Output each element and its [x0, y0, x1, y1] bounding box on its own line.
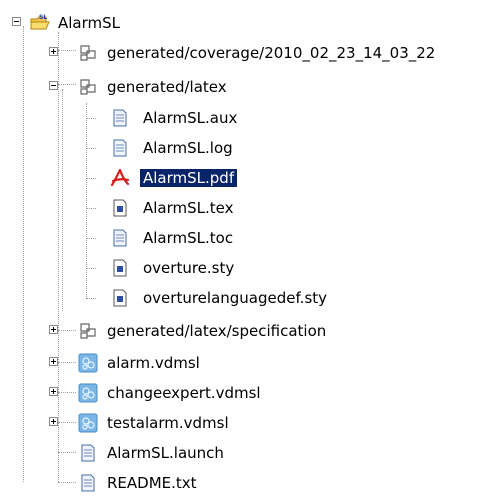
tree-item-aux-file[interactable]: AlarmSL.aux	[0, 105, 504, 131]
tree-item-label: overturelanguagedef.sty	[143, 289, 328, 307]
text-file-icon	[110, 228, 130, 248]
tree-item-latex-folder[interactable]: generated/latex	[0, 74, 504, 100]
expand-toggle[interactable]	[49, 357, 58, 366]
text-file-icon	[110, 108, 130, 128]
tree-item-label: AlarmSL.pdf	[140, 169, 238, 187]
tree-item-alarm-vdmsl[interactable]: alarm.vdmsl	[0, 350, 504, 376]
package-folder-icon	[78, 321, 98, 341]
text-file-icon	[110, 138, 130, 158]
project-folder-icon: SL	[30, 13, 50, 33]
expand-toggle[interactable]	[49, 417, 58, 426]
tree-item-languagedef-sty[interactable]: overturelanguagedef.sty	[0, 285, 504, 311]
tex-file-icon	[110, 198, 130, 218]
tree-item-launch-file[interactable]: AlarmSL.launch	[0, 440, 504, 466]
tree-item-changeexpert-vdmsl[interactable]: changeexpert.vdmsl	[0, 380, 504, 406]
project-tree: SL AlarmSL generated/coverage/2010_02_23…	[0, 0, 504, 498]
collapse-toggle[interactable]	[12, 17, 21, 26]
pdf-file-icon	[110, 168, 130, 188]
tree-item-label: README.txt	[107, 474, 197, 492]
tree-item-readme-file[interactable]: README.txt	[0, 470, 504, 496]
tex-file-icon	[110, 288, 130, 308]
vdm-file-icon	[78, 353, 98, 373]
tree-item-label: generated/latex/specification	[107, 322, 327, 340]
tree-item-label: AlarmSL.log	[143, 139, 233, 157]
tree-item-pdf-file[interactable]: AlarmSL.pdf	[0, 165, 504, 191]
expand-toggle[interactable]	[49, 47, 58, 56]
vdm-file-icon	[78, 413, 98, 433]
expand-toggle[interactable]	[49, 325, 58, 334]
tree-item-coverage-folder[interactable]: generated/coverage/2010_02_23_14_03_22	[0, 40, 504, 66]
tree-item-label: overture.sty	[143, 259, 235, 277]
svg-text:SL: SL	[39, 14, 47, 21]
vdm-file-icon	[78, 383, 98, 403]
tree-item-label: AlarmSL.launch	[107, 444, 224, 462]
tree-item-toc-file[interactable]: AlarmSL.toc	[0, 225, 504, 251]
tree-item-specification-folder[interactable]: generated/latex/specification	[0, 318, 504, 344]
tree-item-overture-sty[interactable]: overture.sty	[0, 255, 504, 281]
tree-item-root[interactable]: SL AlarmSL	[0, 10, 504, 36]
tree-item-label: alarm.vdmsl	[107, 354, 200, 372]
tree-item-label: AlarmSL.toc	[143, 229, 234, 247]
tree-item-tex-file[interactable]: AlarmSL.tex	[0, 195, 504, 221]
tree-item-log-file[interactable]: AlarmSL.log	[0, 135, 504, 161]
tree-item-label: AlarmSL	[58, 14, 121, 32]
package-folder-icon	[78, 43, 98, 63]
package-folder-icon	[78, 77, 98, 97]
tree-item-label: changeexpert.vdmsl	[107, 384, 261, 402]
tex-file-icon	[110, 258, 130, 278]
expand-toggle[interactable]	[49, 387, 58, 396]
tree-item-label: AlarmSL.aux	[143, 109, 238, 127]
text-file-icon	[78, 473, 98, 493]
collapse-toggle[interactable]	[49, 81, 58, 90]
tree-item-label: generated/coverage/2010_02_23_14_03_22	[107, 44, 436, 62]
tree-item-label: generated/latex	[107, 78, 227, 96]
text-file-icon	[78, 443, 98, 463]
tree-item-label: AlarmSL.tex	[143, 199, 234, 217]
tree-item-label: testalarm.vdmsl	[107, 414, 229, 432]
tree-item-testalarm-vdmsl[interactable]: testalarm.vdmsl	[0, 410, 504, 436]
